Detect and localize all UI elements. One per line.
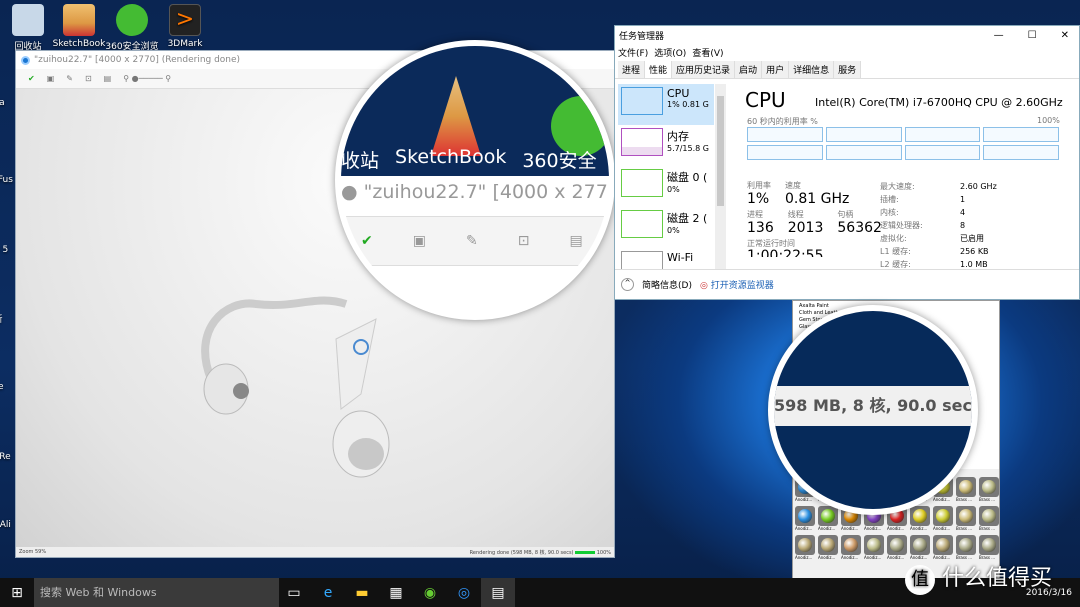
desktop-icon-left[interactable]: 新 <box>0 312 16 325</box>
windows-start-icon[interactable]: ⊞ <box>0 578 34 607</box>
tm-menu: 文件(F) 选项(O) 查看(V) <box>615 44 1079 61</box>
desktop-icon-left[interactable]: Ke Re <box>0 452 16 462</box>
material-thumbnail[interactable]: Anodiz... <box>841 535 863 561</box>
side-cpu[interactable]: CPU 1% 0.81 G <box>618 84 714 125</box>
desktop-icon-left[interactable]: Rh 5 <box>0 245 16 255</box>
material-thumbnail[interactable]: Anodiz... <box>864 535 886 561</box>
360-browser-taskbar-icon[interactable]: ◉ <box>413 578 447 607</box>
maximize-icon[interactable]: ☐ <box>1028 30 1037 41</box>
tab-details[interactable]: 详细信息 <box>789 61 835 78</box>
task-manager-window: 任务管理器 — ☐ ✕ 文件(F) 选项(O) 查看(V) 进程 性能 应用历史记录 启动 用户… <box>614 25 1080 300</box>
side-wifi[interactable]: Wi-Fi <box>618 248 714 269</box>
tab-users[interactable]: 用户 <box>762 61 790 78</box>
magnifier-title: 收站 SketchBook 360安全 ● "zuihou22.7" [4000 x… <box>335 40 615 320</box>
360-browser-icon[interactable]: 360安全浏览 <box>104 2 160 52</box>
tm-sidebar: CPU 1% 0.81 G 内存 5.7/15.8 G 磁盘 0 (0% 磁盘 2 … <box>618 84 714 269</box>
desktop-icon-left[interactable]: Ke <box>0 382 16 392</box>
region-icon[interactable]: ▤ <box>104 74 112 83</box>
recycle-bin-icon[interactable]: 回收站 <box>0 2 56 52</box>
cpu-specs: 最大速度: 2.60 GHz 插槽: 1 内核: 4 逻辑处理器: 8 虚拟化: 已启用 … <box>880 182 997 269</box>
sidebar-scrollbar[interactable] <box>715 84 726 269</box>
desktop-icon-left[interactable]: Au Fus <box>0 175 16 185</box>
render-status-bar: Zoom 59% Rendering done (598 MB, 8 核, 90… <box>16 547 614 557</box>
menu-file[interactable]: 文件(F) <box>618 46 648 59</box>
tm-tabs: 进程 性能 应用历史记录 启动 用户 详细信息 服务 <box>615 61 1079 79</box>
keyshot-taskbar-icon[interactable]: ◎ <box>447 578 481 607</box>
material-thumbnail[interactable]: Brass ... <box>979 477 1001 503</box>
material-thumbnail[interactable]: Brass ... <box>979 535 1001 561</box>
search-box[interactable]: 搜索 Web 和 Windows <box>34 578 279 607</box>
3dmark-icon[interactable]: >3DMark <box>157 2 213 49</box>
zoom-icon[interactable]: ⚲ ●───── ⚲ <box>123 74 171 83</box>
side-disk-0[interactable]: 磁盘 0 (0% <box>618 166 714 207</box>
file-explorer-icon[interactable]: ▬ <box>345 578 379 607</box>
material-thumbnail[interactable]: Anodiz... <box>887 535 909 561</box>
watermark: 值 什么值得买 <box>905 560 1052 595</box>
cpu-heading: CPU <box>745 88 786 112</box>
brief-info-button[interactable]: 简略信息(D) <box>642 278 692 291</box>
cpu-core-graphs <box>747 127 1059 160</box>
desktop-icon-left[interactable]: Ma <box>0 98 16 108</box>
material-thumbnail[interactable]: Anodiz... <box>818 535 840 561</box>
material-thumbnail[interactable]: Anodiz... <box>818 506 840 532</box>
material-thumbnail[interactable]: Brass ... <box>956 535 978 561</box>
tab-app-history[interactable]: 应用历史记录 <box>672 61 736 78</box>
tm-title-bar: 任务管理器 — ☐ ✕ <box>619 29 1069 42</box>
material-thumbnail[interactable]: Brass ... <box>979 506 1001 532</box>
sketchbook-icon[interactable]: SketchBook <box>51 2 107 49</box>
tab-services[interactable]: 服务 <box>834 61 862 78</box>
magnifier-status: 598 MB, 8 核, 90.0 secs <box>768 305 978 515</box>
chevron-up-icon[interactable]: ^ <box>621 278 634 291</box>
material-thumbnail[interactable]: Anodiz... <box>795 535 817 561</box>
resource-monitor-link[interactable]: ◎ 打开资源监视器 <box>700 278 774 291</box>
material-thumbnail[interactable]: Brass ... <box>956 477 978 503</box>
cpu-model: Intel(R) Core(TM) i7-6700HQ CPU @ 2.60GH… <box>815 96 1063 109</box>
store-icon[interactable]: ▦ <box>379 578 413 607</box>
tab-processes[interactable]: 进程 <box>618 61 646 78</box>
material-thumbnail[interactable]: Anodiz... <box>933 506 955 532</box>
material-thumbnail[interactable]: Anodiz... <box>910 535 932 561</box>
close-icon[interactable]: ✕ <box>1061 30 1069 41</box>
menu-options[interactable]: 选项(O) <box>654 46 686 59</box>
menu-view[interactable]: 查看(V) <box>692 46 723 59</box>
side-wifi-label: Wi-Fi <box>667 251 694 264</box>
monitor-icon: ◎ <box>699 281 708 291</box>
edge-icon[interactable]: e <box>311 578 345 607</box>
material-thumbnail[interactable]: Anodiz... <box>910 506 932 532</box>
fit-icon[interactable]: ⊡ <box>85 74 92 83</box>
keyshot-icon <box>21 55 30 65</box>
material-thumbnail[interactable]: Brass ... <box>956 506 978 532</box>
render-title: "zuihou22.7" [4000 x 2770] (Rendering do… <box>34 55 241 65</box>
tab-performance[interactable]: 性能 <box>645 61 673 78</box>
progress-bar <box>575 550 596 554</box>
task-view-icon[interactable]: ▭ <box>277 578 311 607</box>
check-icon[interactable]: ✔ <box>28 74 35 83</box>
minimize-icon[interactable]: — <box>994 30 1004 41</box>
desktop-icon-left[interactable]: Au Ali <box>0 520 16 530</box>
side-disk-2[interactable]: 磁盘 2 (0% <box>618 207 714 248</box>
app-taskbar-icon[interactable]: ▤ <box>481 578 515 607</box>
pencil-icon[interactable]: ✎ <box>66 74 73 83</box>
material-thumbnail[interactable]: Anodiz... <box>933 535 955 561</box>
save-icon[interactable]: ▣ <box>47 74 55 83</box>
tab-startup[interactable]: 启动 <box>735 61 763 78</box>
material-thumbnail[interactable]: Anodiz... <box>795 506 817 532</box>
side-memory[interactable]: 内存 5.7/15.8 G <box>618 125 714 166</box>
